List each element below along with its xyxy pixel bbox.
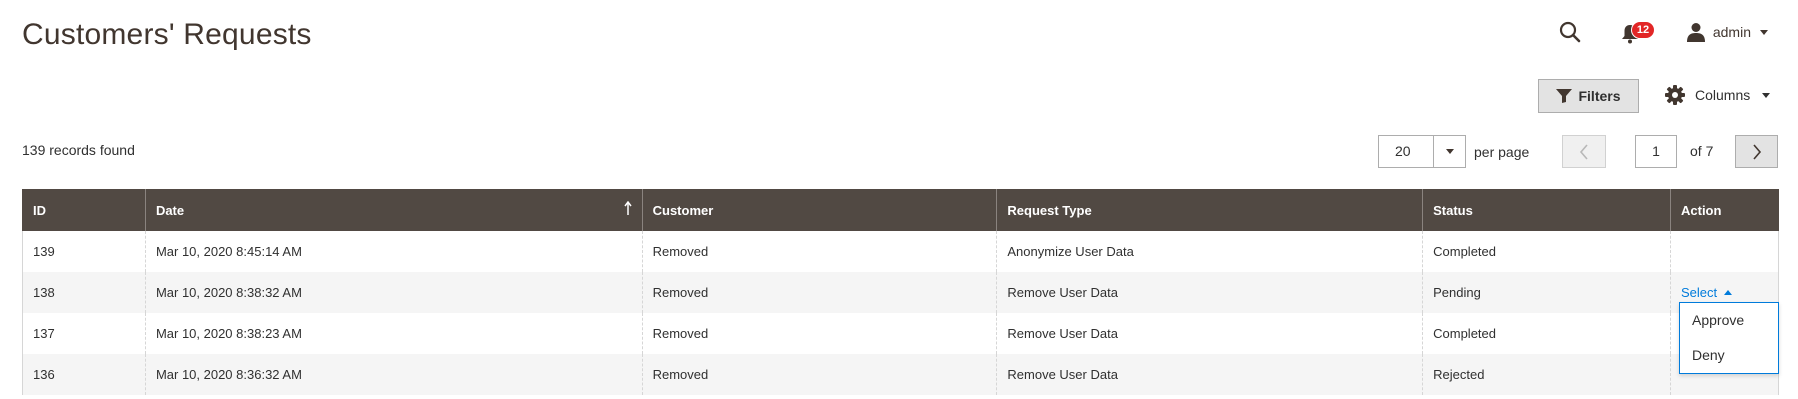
arrow-up-icon bbox=[624, 201, 632, 215]
header-actions: 12 admin bbox=[1555, 16, 1768, 48]
cell-id: 139 bbox=[22, 231, 146, 272]
search-icon[interactable] bbox=[1555, 17, 1585, 47]
column-header-action: Action bbox=[1670, 189, 1779, 231]
cell-date: Mar 10, 2020 8:38:32 AM bbox=[144, 272, 643, 313]
cell-status: Completed bbox=[1422, 231, 1671, 272]
cell-action bbox=[1670, 231, 1779, 272]
chevron-up-icon bbox=[1724, 290, 1733, 295]
cell-date: Mar 10, 2020 8:38:23 AM bbox=[144, 313, 643, 354]
column-header-customer[interactable]: Customer bbox=[641, 189, 998, 231]
per-page-control: 20 per page bbox=[1378, 135, 1529, 168]
funnel-icon bbox=[1556, 89, 1573, 103]
chevron-right-icon bbox=[1752, 143, 1761, 160]
chevron-down-icon bbox=[1760, 29, 1768, 35]
action-dropdown-menu: Approve Deny bbox=[1679, 302, 1779, 374]
chevron-down-icon bbox=[1445, 149, 1454, 154]
user-name: admin bbox=[1712, 24, 1751, 40]
column-header-id[interactable]: ID bbox=[22, 189, 146, 231]
per-page-label: per page bbox=[1474, 143, 1530, 160]
column-header-date-label: Date bbox=[155, 202, 185, 218]
menu-item-deny[interactable]: Deny bbox=[1680, 338, 1778, 373]
cell-customer: Removed bbox=[641, 313, 997, 354]
total-pages: of 7 bbox=[1690, 143, 1714, 159]
cell-date: Mar 10, 2020 8:36:32 AM bbox=[144, 354, 643, 395]
cell-id: 136 bbox=[22, 354, 146, 395]
cell-customer: Removed bbox=[641, 231, 997, 272]
user-icon bbox=[1686, 23, 1705, 42]
action-select-label: Select bbox=[1681, 285, 1718, 300]
cell-id: 138 bbox=[22, 272, 146, 313]
records-found: 139 records found bbox=[22, 142, 135, 158]
cell-request-type: Remove User Data bbox=[996, 313, 1423, 354]
cell-status: Pending bbox=[1422, 272, 1671, 313]
page-number-input[interactable]: 1 bbox=[1635, 135, 1677, 168]
cell-request-type: Remove User Data bbox=[996, 272, 1423, 313]
next-page-button[interactable] bbox=[1735, 135, 1778, 168]
per-page-toggle[interactable] bbox=[1433, 136, 1465, 167]
cell-status: Completed bbox=[1422, 313, 1671, 354]
table-row: 137 Mar 10, 2020 8:38:23 AM Removed Remo… bbox=[22, 313, 1779, 354]
table-header-row: ID Date Customer Request Type Status Act… bbox=[22, 189, 1779, 231]
cell-id: 137 bbox=[22, 313, 146, 354]
gear-icon bbox=[1665, 85, 1685, 105]
chevron-left-icon bbox=[1579, 143, 1588, 160]
column-header-status[interactable]: Status bbox=[1422, 189, 1671, 231]
per-page-select[interactable]: 20 bbox=[1378, 135, 1466, 168]
cell-customer: Removed bbox=[641, 354, 997, 395]
cell-customer: Removed bbox=[641, 272, 997, 313]
action-select-link[interactable]: Select bbox=[1681, 285, 1733, 300]
page-title: Customers' Requests bbox=[22, 18, 312, 51]
cell-status: Rejected bbox=[1422, 354, 1671, 395]
notification-badge: 12 bbox=[1630, 21, 1656, 39]
menu-item-approve[interactable]: Approve bbox=[1680, 303, 1778, 338]
cell-request-type: Anonymize User Data bbox=[996, 231, 1423, 272]
filters-button[interactable]: Filters bbox=[1538, 79, 1639, 113]
cell-date: Mar 10, 2020 8:45:14 AM bbox=[144, 231, 643, 272]
filters-label: Filters bbox=[1578, 88, 1621, 104]
chevron-down-icon bbox=[1762, 92, 1771, 98]
column-header-date[interactable]: Date bbox=[144, 189, 643, 231]
requests-table: ID Date Customer Request Type Status Act… bbox=[22, 189, 1779, 395]
user-menu[interactable]: admin bbox=[1686, 22, 1768, 42]
cell-request-type: Remove User Data bbox=[996, 354, 1423, 395]
per-page-value: 20 bbox=[1395, 143, 1411, 159]
table-row: 138 Mar 10, 2020 8:38:32 AM Removed Remo… bbox=[22, 272, 1779, 313]
column-header-request-type[interactable]: Request Type bbox=[996, 189, 1424, 231]
table-row: 139 Mar 10, 2020 8:45:14 AM Removed Anon… bbox=[22, 231, 1779, 272]
table-row: 136 Mar 10, 2020 8:36:32 AM Removed Remo… bbox=[22, 354, 1779, 395]
notifications-button[interactable]: 12 bbox=[1619, 17, 1656, 47]
columns-button[interactable]: Columns bbox=[1665, 85, 1771, 105]
previous-page-button[interactable] bbox=[1562, 135, 1606, 168]
columns-label: Columns bbox=[1695, 87, 1751, 103]
